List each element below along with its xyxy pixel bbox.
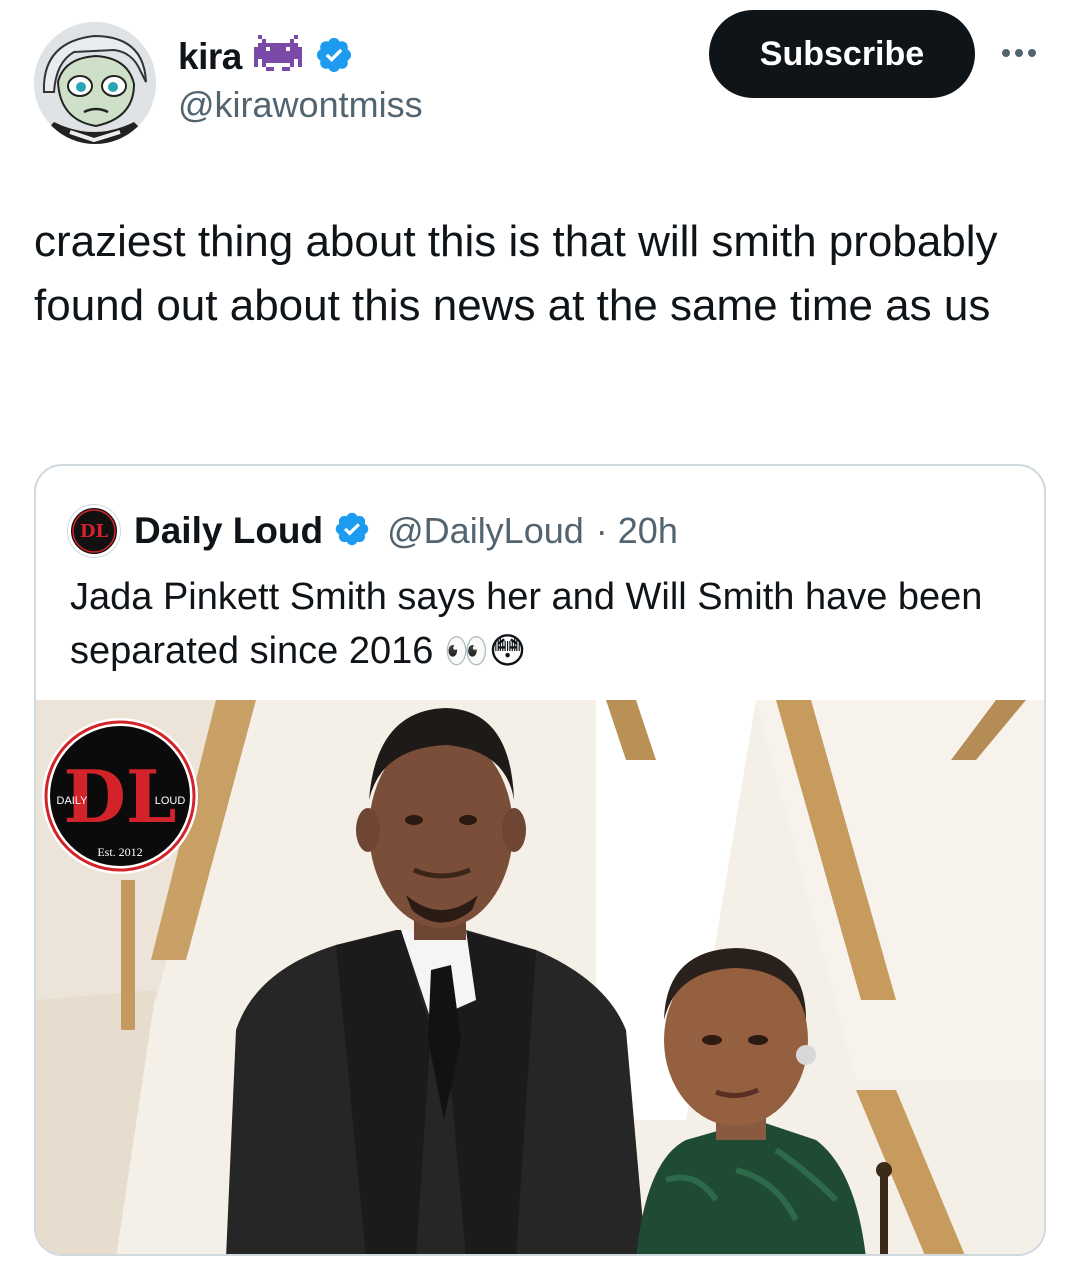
quoted-tweet-card[interactable]: DL Daily Loud @DailyLoud · 20h Jada Pink… [34, 464, 1046, 1256]
verified-badge-icon[interactable] [333, 510, 371, 553]
quoted-author-handle[interactable]: @DailyLoud [387, 510, 584, 552]
logo-est-text: Est. 2012 [97, 845, 142, 859]
quoted-tweet-photo[interactable]: DL DAILY LOUD Est. 2012 [36, 700, 1044, 1254]
quoted-author-name[interactable]: Daily Loud [134, 510, 323, 552]
author-handle[interactable]: @kirawontmiss [178, 84, 423, 126]
cartoon-avatar-image [34, 22, 156, 144]
quoted-tweet-header: DL Daily Loud @DailyLoud · 20h [68, 505, 678, 557]
daily-loud-logo-icon: DL [72, 509, 116, 553]
author-avatar[interactable] [34, 22, 156, 144]
author-name-row: kira [178, 30, 354, 84]
tweet-screenshot: kira @kirawontmiss Subscribe craziest th… [0, 0, 1080, 1282]
tweet-text: craziest thing about this is that will s… [34, 217, 998, 330]
red-carpet-photo-image: DL DAILY LOUD Est. 2012 [36, 700, 1044, 1254]
quoted-tweet-text: Jada Pinkett Smith says her and Will Smi… [70, 570, 1020, 679]
logo-loud-text: LOUD [155, 795, 186, 807]
alien-monster-icon [253, 34, 302, 80]
quoted-author-avatar[interactable]: DL [68, 505, 120, 557]
meta-separator: · [595, 510, 608, 551]
logo-daily-text: DAILY [57, 795, 89, 807]
eyes-flushed-emoji: 👀😳 [443, 631, 527, 672]
svg-text:DL: DL [80, 521, 109, 542]
subscribe-button[interactable]: Subscribe [709, 10, 975, 98]
author-display-name[interactable]: kira [178, 36, 242, 78]
more-horizontal-icon[interactable] [992, 38, 1046, 68]
quoted-timestamp[interactable]: 20h [618, 510, 678, 552]
verified-badge-icon[interactable] [314, 35, 354, 80]
